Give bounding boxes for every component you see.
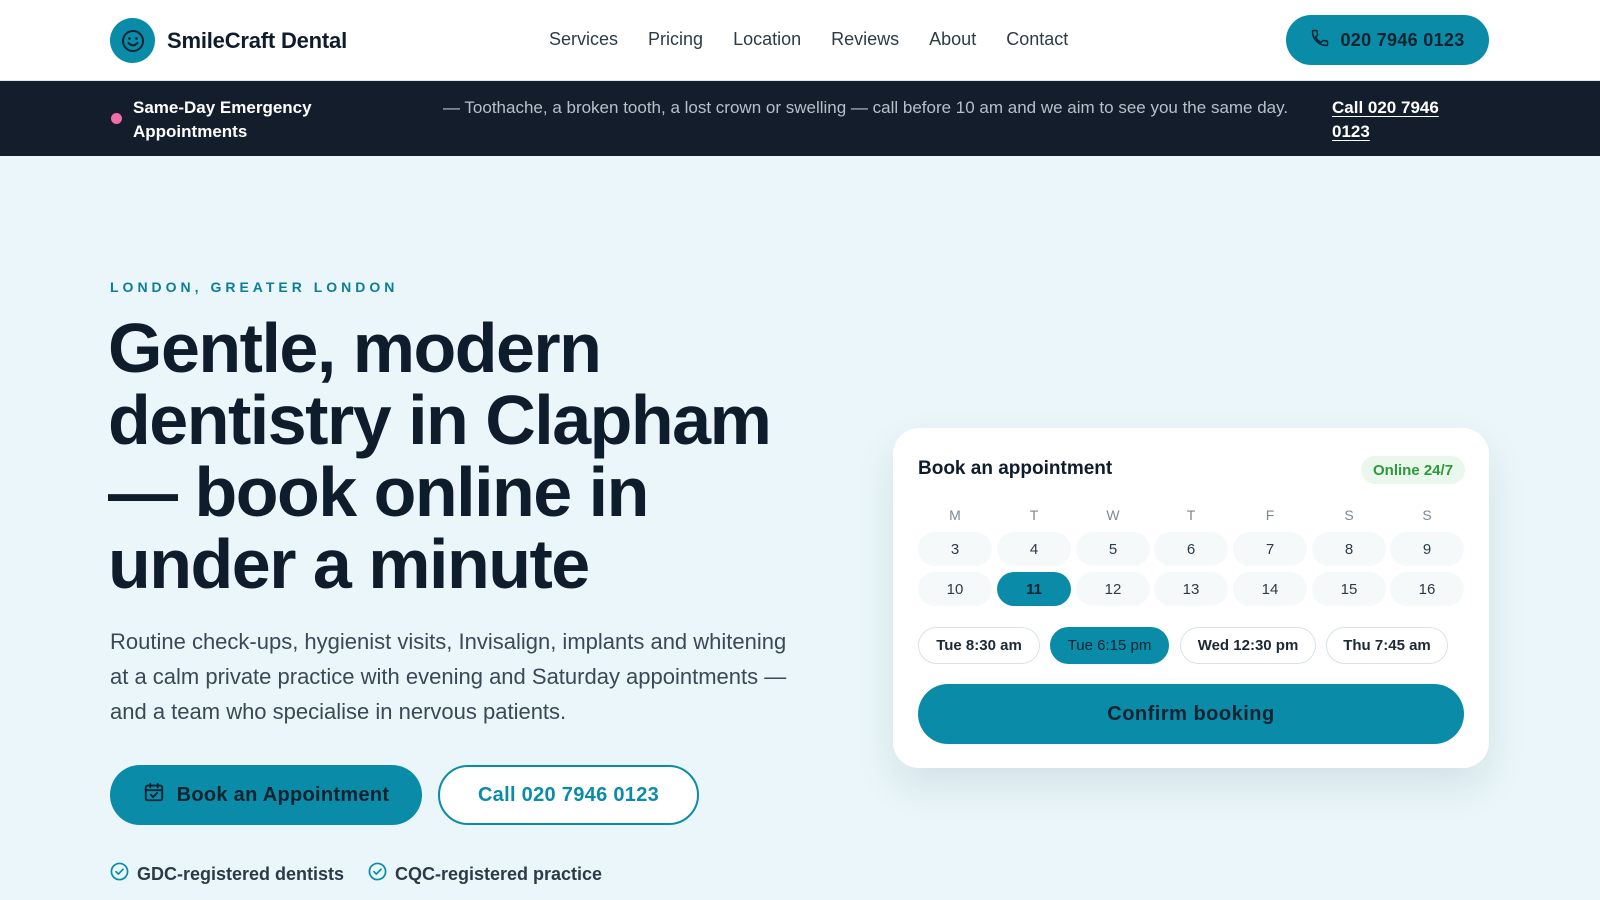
location-eyebrow: LONDON, GREATER LONDON	[110, 279, 399, 295]
nav-reviews[interactable]: Reviews	[831, 29, 899, 50]
weekday-label: F	[1265, 507, 1275, 523]
calendar-day[interactable]: 16	[1390, 572, 1464, 606]
hero-headline: Gentle, modern dentistry in Clapham — bo…	[108, 309, 772, 603]
main-nav: Services Pricing Location Reviews About …	[549, 29, 1098, 50]
trust-label: CQC-registered practice	[395, 863, 603, 884]
logo[interactable]: SmileCraft Dental	[110, 18, 347, 63]
calendar-day[interactable]: 15	[1312, 572, 1386, 606]
header-phone-label: 020 7946 0123	[1340, 29, 1465, 50]
calendar-day[interactable]: 12	[1076, 572, 1150, 606]
time-slot[interactable]: Tue 8:30 am	[918, 627, 1040, 664]
site-header: SmileCraft Dental Services Pricing Locat…	[0, 0, 1600, 81]
calendar-day[interactable]: 5	[1076, 532, 1150, 566]
hero-lead: Routine check-ups, hygienist visits, Inv…	[110, 629, 787, 724]
weekday-label: M	[949, 507, 961, 523]
check-circle-icon	[110, 862, 129, 886]
weekday-label: S	[1344, 507, 1354, 523]
book-appointment-label: Book an Appointment	[176, 783, 390, 806]
nav-services[interactable]: Services	[549, 29, 618, 50]
calendar-day[interactable]: 8	[1312, 532, 1386, 566]
booking-widget: Book an appointment Online 24/7 M T W T …	[893, 428, 1489, 768]
trust-item-cqc: CQC-registered practice	[368, 862, 602, 886]
call-button[interactable]: Call 020 7946 0123	[438, 765, 699, 825]
calendar-day[interactable]: 6	[1154, 532, 1228, 566]
trust-item-gdc: GDC-registered dentists	[110, 862, 344, 886]
time-slot[interactable]: Wed 12:30 pm	[1180, 627, 1316, 664]
confirm-booking-button[interactable]: Confirm booking	[918, 684, 1464, 744]
emergency-text: — Toothache, a broken tooth, a lost crow…	[443, 98, 1289, 117]
calendar-day[interactable]: 3	[918, 532, 992, 566]
weekday-label: T	[1186, 507, 1196, 523]
weekday-label: W	[1106, 507, 1120, 523]
weekday-label: S	[1422, 507, 1432, 523]
check-circle-icon	[368, 862, 387, 886]
weekday-label: T	[1029, 507, 1039, 523]
alert-dot	[111, 113, 122, 124]
nav-pricing[interactable]: Pricing	[648, 29, 703, 50]
booking-title: Book an appointment	[918, 458, 1113, 479]
calendar-day[interactable]: 4	[997, 532, 1071, 566]
nav-contact[interactable]: Contact	[1006, 29, 1068, 50]
calendar-day-selected[interactable]: 11	[997, 572, 1071, 606]
header-phone-button[interactable]: 020 7946 0123	[1286, 15, 1489, 65]
time-slot-selected[interactable]: Tue 6:15 pm	[1050, 627, 1169, 664]
emergency-call-link[interactable]: Call 020 7946 0123	[1332, 96, 1472, 144]
calendar-day[interactable]: 10	[918, 572, 992, 606]
calendar-day[interactable]: 14	[1233, 572, 1307, 606]
calendar-day[interactable]: 7	[1233, 532, 1307, 566]
brand-name: SmileCraft Dental	[167, 27, 347, 53]
trust-label: GDC-registered dentists	[137, 863, 345, 884]
calendar-day[interactable]: 9	[1390, 532, 1464, 566]
book-appointment-button[interactable]: Book an Appointment	[110, 765, 422, 825]
nav-about[interactable]: About	[929, 29, 976, 50]
online-badge: Online 24/7	[1361, 456, 1466, 484]
calendar-check-icon	[143, 781, 165, 809]
time-slot[interactable]: Thu 7:45 am	[1326, 627, 1448, 664]
calendar-day[interactable]: 13	[1154, 572, 1228, 606]
smile-icon	[110, 18, 155, 63]
emergency-title: Same-Day Emergency Appointments	[133, 98, 312, 141]
phone-icon	[1310, 28, 1330, 53]
nav-location[interactable]: Location	[733, 29, 801, 50]
